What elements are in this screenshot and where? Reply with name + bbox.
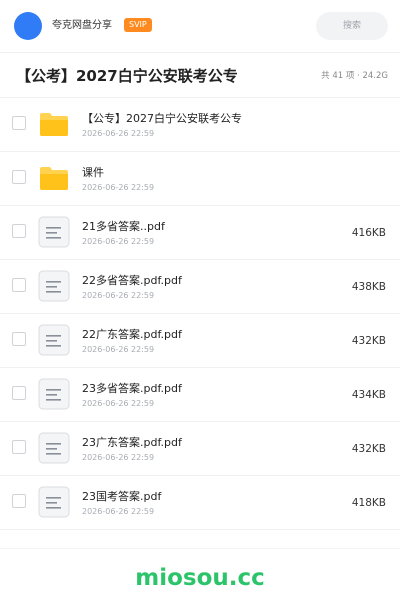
file-name: 23国考答案.pdf bbox=[82, 490, 162, 503]
title-bar: 【公考】2027白宁公安联考公专 共 41 项 · 24.2G bbox=[0, 52, 400, 98]
document-icon bbox=[38, 324, 70, 356]
document-icon bbox=[38, 486, 70, 518]
file-date: 2026-06-26 22:59 bbox=[82, 291, 155, 300]
file-size: 438KB bbox=[351, 281, 386, 293]
file-name: 22广东答案.pdf.pdf bbox=[82, 328, 182, 341]
file-name: 【公专】2027白宁公安联考公专 bbox=[82, 112, 242, 125]
file-date: 2026-06-26 22:59 bbox=[82, 507, 155, 516]
file-size: 432KB bbox=[351, 443, 386, 455]
file-size: 418KB bbox=[351, 497, 386, 509]
row-checkbox[interactable] bbox=[12, 386, 26, 400]
file-date: 2026-06-26 22:59 bbox=[82, 453, 155, 462]
folder-row[interactable]: 【公专】2027白宁公安联考公专 2026-06-26 22:59 bbox=[0, 98, 400, 152]
footer: miosou.cc bbox=[0, 548, 400, 600]
file-row[interactable]: 21多省答案..pdf 2026-06-26 22:59 416KB bbox=[0, 206, 400, 260]
page-title: 【公考】2027白宁公安联考公专 bbox=[16, 67, 238, 85]
file-list: 【公专】2027白宁公安联考公专 2026-06-26 22:59 课件 2026-0… bbox=[0, 98, 400, 530]
document-icon bbox=[38, 432, 70, 464]
file-name: 课件 bbox=[82, 166, 104, 179]
row-checkbox[interactable] bbox=[12, 278, 26, 292]
file-row[interactable]: 22广东答案.pdf.pdf 2026-06-26 22:59 432KB bbox=[0, 314, 400, 368]
file-size: 434KB bbox=[351, 389, 386, 401]
row-checkbox[interactable] bbox=[12, 170, 26, 184]
file-date: 2026-06-26 22:59 bbox=[82, 237, 155, 246]
file-date: 2026-06-26 22:59 bbox=[82, 399, 155, 408]
brand-watermark: miosou.cc bbox=[135, 565, 265, 591]
folder-row[interactable]: 课件 2026-06-26 22:59 bbox=[0, 152, 400, 206]
file-row[interactable]: 23广东答案.pdf.pdf 2026-06-26 22:59 432KB bbox=[0, 422, 400, 476]
file-date: 2026-06-26 22:59 bbox=[82, 345, 155, 354]
file-date: 2026-06-26 22:59 bbox=[82, 129, 155, 138]
file-name: 23广东答案.pdf.pdf bbox=[82, 436, 182, 449]
row-checkbox[interactable] bbox=[12, 224, 26, 238]
document-icon bbox=[38, 216, 70, 248]
file-size: 432KB bbox=[351, 335, 386, 347]
search-input[interactable]: 搜索 bbox=[316, 12, 388, 40]
vip-badge: SVIP bbox=[124, 18, 152, 32]
file-size: 416KB bbox=[351, 227, 386, 239]
username: 夸克网盘分享 bbox=[52, 20, 112, 31]
file-row[interactable]: 23多省答案.pdf.pdf 2026-06-26 22:59 434KB bbox=[0, 368, 400, 422]
folder-icon bbox=[38, 162, 70, 194]
file-date: 2026-06-26 22:59 bbox=[82, 183, 155, 192]
row-checkbox[interactable] bbox=[12, 440, 26, 454]
document-icon bbox=[38, 378, 70, 410]
file-name: 22多省答案.pdf.pdf bbox=[82, 274, 182, 287]
file-name: 21多省答案..pdf bbox=[82, 220, 165, 233]
document-icon bbox=[38, 270, 70, 302]
folder-icon bbox=[38, 108, 70, 140]
header: 夸克网盘分享 SVIP 搜索 bbox=[0, 0, 400, 52]
item-summary: 共 41 项 · 24.2G bbox=[321, 71, 388, 81]
avatar[interactable] bbox=[14, 12, 42, 40]
row-checkbox[interactable] bbox=[12, 332, 26, 346]
file-name: 23多省答案.pdf.pdf bbox=[82, 382, 182, 395]
row-checkbox[interactable] bbox=[12, 494, 26, 508]
file-row[interactable]: 22多省答案.pdf.pdf 2026-06-26 22:59 438KB bbox=[0, 260, 400, 314]
file-row[interactable]: 23国考答案.pdf 2026-06-26 22:59 418KB bbox=[0, 476, 400, 530]
share-page: 夸克网盘分享 SVIP 搜索 【公考】2027白宁公安联考公专 共 41 项 ·… bbox=[0, 0, 400, 600]
row-checkbox[interactable] bbox=[12, 116, 26, 130]
